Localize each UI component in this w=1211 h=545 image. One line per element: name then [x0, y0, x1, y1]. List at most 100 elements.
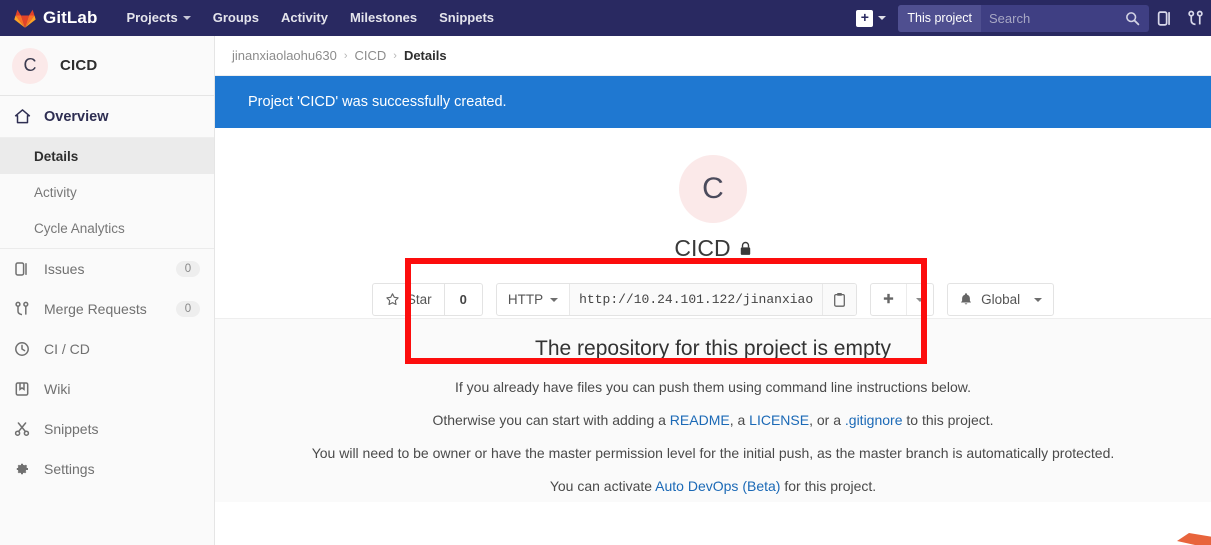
nav-link-milestones[interactable]: Milestones — [339, 0, 428, 36]
main-nav-links: Projects Groups Activity Milestones Snip… — [115, 0, 505, 36]
license-link[interactable]: LICENSE — [749, 412, 809, 428]
nav-link-milestones-label: Milestones — [349, 10, 418, 25]
bell-icon — [959, 292, 973, 307]
wiki-book-icon — [14, 381, 34, 397]
sidebar-item-settings[interactable]: Settings — [0, 449, 214, 489]
empty-repo-title: The repository for this project is empty — [535, 337, 891, 360]
chevron-down-icon — [1034, 297, 1043, 302]
empty-repo-line-2-post: to this project. — [902, 412, 994, 428]
success-alert-message: Project 'CICD' was successfully created. — [248, 94, 507, 110]
add-button[interactable] — [871, 284, 906, 315]
sidebar-project-name: CICD — [60, 57, 98, 74]
search-input[interactable] — [981, 4, 1123, 32]
star-button-group: Star 0 — [371, 283, 483, 316]
nav-link-groups-label: Groups — [212, 10, 259, 25]
project-actions-row: Star 0 HTTP http://10.24.101.122/jinanxi… — [215, 283, 1211, 316]
sidebar-item-overview-label: Overview — [44, 108, 109, 125]
lock-icon — [739, 241, 752, 256]
issues-icon — [1157, 10, 1170, 26]
search-scope-selector[interactable]: This project — [898, 4, 981, 32]
sidebar-item-issues-label: Issues — [44, 261, 85, 277]
sidebar-item-ci-cd-label: CI / CD — [44, 341, 90, 357]
sidebar-item-wiki[interactable]: Wiki — [0, 369, 214, 409]
notification-label: Global — [981, 292, 1021, 307]
empty-repo-line-2-mid-1: , a — [729, 412, 750, 428]
sidebar-item-cycle-analytics-label: Cycle Analytics — [34, 220, 125, 236]
empty-repo-line-4-post: for this project. — [780, 478, 877, 494]
search-icon[interactable] — [1123, 11, 1149, 26]
top-navbar: GitLab Projects Groups Activity Mileston… — [0, 0, 1211, 36]
breadcrumb-item-current: Details — [403, 48, 447, 63]
breadcrumb-separator-icon: › — [343, 49, 348, 62]
breadcrumb-item-project[interactable]: CICD — [354, 48, 386, 63]
star-outline-icon — [385, 292, 400, 307]
gitlab-brand[interactable]: GitLab — [0, 7, 109, 29]
merge-requests-icon — [1188, 10, 1203, 25]
sidebar-item-issues[interactable]: Issues 0 — [0, 249, 214, 289]
sidebar-project-avatar: C — [12, 47, 48, 84]
sidebar-item-snippets-label: Snippets — [44, 421, 99, 437]
empty-repo-line-4-pre: You can activate — [549, 478, 656, 494]
project-sidebar: C CICD Overview Details Activity Cycle A… — [0, 36, 215, 545]
sidebar-item-merge-requests[interactable]: Merge Requests 0 — [0, 289, 214, 329]
sidebar-item-details-label: Details — [34, 148, 79, 164]
page-title: CICD — [215, 235, 1211, 262]
project-avatar: C — [679, 155, 747, 223]
gitignore-link[interactable]: .gitignore — [845, 412, 903, 428]
plus-icon: + — [856, 9, 874, 27]
sidebar-item-activity[interactable]: Activity — [0, 174, 214, 210]
sidebar-item-cycle-analytics[interactable]: Cycle Analytics — [0, 210, 214, 246]
clone-protocol-dropdown[interactable]: HTTP — [497, 284, 571, 315]
nav-link-groups[interactable]: Groups — [202, 0, 270, 36]
star-button-label: Star — [406, 292, 432, 307]
snippets-scissors-icon — [14, 421, 34, 437]
chevron-down-icon — [878, 16, 887, 20]
chevron-down-icon — [550, 297, 559, 302]
empty-repo-line-4: You can activate Auto DevOps (Beta) for … — [215, 477, 1211, 495]
auto-devops-link[interactable]: Auto DevOps (Beta) — [655, 478, 780, 494]
nav-link-activity-label: Activity — [280, 10, 328, 25]
sidebar-item-snippets[interactable]: Snippets — [0, 409, 214, 449]
nav-link-projects[interactable]: Projects — [115, 0, 201, 36]
breadcrumb-separator-icon: › — [393, 49, 397, 62]
navbar-issues-button[interactable] — [1149, 0, 1180, 36]
project-title-text: CICD — [674, 235, 731, 261]
empty-repo-line-3: You will need to be owner or have the ma… — [311, 445, 1115, 461]
notification-dropdown-button[interactable]: Global — [947, 283, 1055, 316]
sidebar-project-header[interactable]: C CICD — [0, 36, 214, 96]
add-dropdown-button[interactable] — [870, 283, 935, 316]
sidebar-item-settings-label: Settings — [44, 461, 95, 477]
star-button[interactable]: Star — [371, 283, 445, 316]
empty-repo-line-1: If you already have files you can push t… — [455, 379, 971, 395]
gitlab-project-page: GitLab Projects Groups Activity Mileston… — [0, 0, 1211, 545]
nav-link-projects-label: Projects — [126, 10, 178, 25]
sidebar-overview-subitems: Details Activity Cycle Analytics — [0, 138, 214, 249]
star-count[interactable]: 0 — [444, 283, 483, 316]
sidebar-item-wiki-label: Wiki — [44, 381, 71, 397]
navbar-right-area: + This project — [850, 0, 1211, 36]
add-dropdown-caret[interactable] — [906, 284, 933, 315]
clone-url-input[interactable] — [570, 284, 823, 315]
ci-cd-icon — [14, 341, 34, 357]
sidebar-item-overview[interactable]: Overview — [0, 96, 214, 138]
search-bar: This project — [898, 4, 1149, 32]
issues-icon — [14, 261, 34, 277]
new-item-dropdown-button[interactable]: + — [850, 0, 894, 36]
gitlab-tanuki-logo-icon — [14, 9, 36, 28]
nav-link-activity[interactable]: Activity — [270, 0, 339, 36]
copy-url-button[interactable] — [822, 284, 857, 315]
gear-icon — [14, 461, 34, 477]
home-icon — [14, 108, 34, 125]
sidebar-item-details[interactable]: Details — [0, 138, 214, 174]
plus-icon — [882, 293, 895, 306]
sidebar-item-activity-label: Activity — [34, 184, 77, 200]
clipboard-icon — [832, 292, 847, 308]
sidebar-item-ci-cd[interactable]: CI / CD — [0, 329, 214, 369]
nav-link-snippets[interactable]: Snippets — [428, 0, 505, 36]
navbar-merge-requests-button[interactable] — [1180, 0, 1211, 36]
empty-repo-line-2-mid-2: , or a — [809, 412, 845, 428]
breadcrumb-item-group[interactable]: jinanxiaolaohu630 — [232, 48, 337, 63]
sidebar-item-merge-requests-label: Merge Requests — [44, 301, 147, 317]
readme-link[interactable]: README — [670, 412, 730, 428]
nav-link-snippets-label: Snippets — [439, 10, 495, 25]
